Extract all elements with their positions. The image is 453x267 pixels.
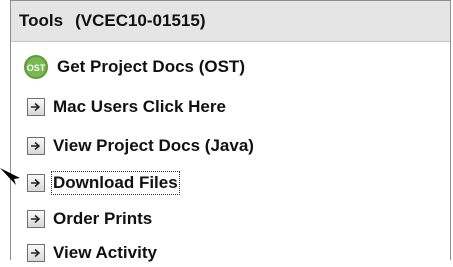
view-project-docs-java-link[interactable]: View Project Docs (Java) [27, 132, 254, 160]
item-label: View Activity [53, 243, 157, 262]
item-label: Download Files [51, 171, 180, 195]
arrow-right-icon [27, 174, 45, 192]
download-files-link[interactable]: Download Files [27, 169, 180, 197]
arrow-right-icon [27, 244, 45, 262]
svg-text:OST: OST [27, 63, 46, 73]
arrow-right-icon [27, 98, 45, 116]
project-code: (VCEC10-01515) [75, 11, 206, 30]
pointer-arrow-icon [0, 168, 20, 185]
view-activity-link[interactable]: View Activity [27, 239, 157, 267]
item-label: Order Prints [53, 209, 153, 228]
tools-header: Tools (VCEC10-01515) [11, 1, 450, 42]
order-prints-link[interactable]: Order Prints [27, 205, 152, 233]
tools-panel: Tools (VCEC10-01515) OST Get Project Doc… [10, 0, 451, 262]
item-label: View Project Docs (Java) [53, 136, 254, 155]
item-label: Mac Users Click Here [53, 97, 226, 116]
arrow-right-icon [27, 210, 45, 228]
arrow-right-icon [27, 137, 45, 155]
tools-title: Tools [19, 11, 64, 30]
ost-icon: OST [23, 54, 49, 80]
mac-users-link[interactable]: Mac Users Click Here [27, 93, 226, 121]
get-project-docs-ost-link[interactable]: OST Get Project Docs (OST) [24, 53, 245, 81]
item-label: Get Project Docs (OST) [57, 57, 245, 76]
